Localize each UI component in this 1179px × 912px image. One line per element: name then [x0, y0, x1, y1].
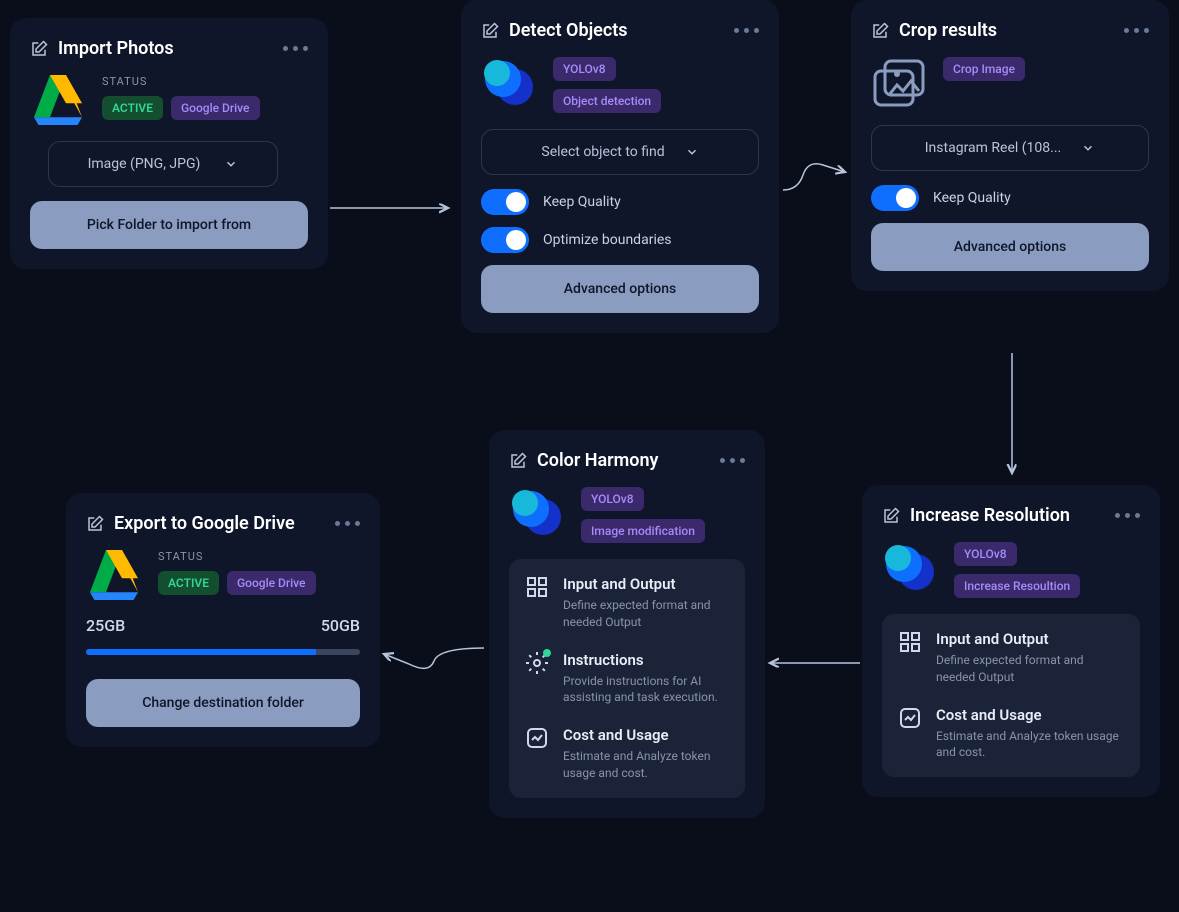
grid-icon — [525, 575, 549, 599]
pick-folder-button[interactable]: Pick Folder to import from — [30, 201, 308, 249]
storage-used: 25GB — [86, 616, 125, 635]
provider-badge: Google Drive — [171, 96, 260, 120]
chart-icon — [898, 706, 922, 730]
keep-quality-toggle[interactable] — [871, 185, 919, 211]
chevron-down-icon — [1081, 141, 1095, 155]
optimize-boundaries-toggle[interactable] — [481, 227, 529, 253]
active-badge: ACTIVE — [158, 571, 219, 595]
menu-dots[interactable] — [283, 46, 308, 51]
images-icon — [871, 57, 927, 109]
grid-icon — [898, 630, 922, 654]
card-crop-results: Crop results Crop Image Instagram Reel (… — [851, 0, 1169, 291]
format-select[interactable]: Image (PNG, JPG) — [48, 141, 278, 187]
status-label: STATUS — [158, 550, 316, 563]
card-color-harmony: Color Harmony YOLOv8 Image modification … — [489, 430, 765, 818]
edit-icon — [509, 452, 527, 470]
panel-item-instructions[interactable]: Instructions Provide instructions for AI… — [525, 651, 729, 707]
menu-dots[interactable] — [1115, 513, 1140, 518]
toggle-label: Keep Quality — [543, 194, 621, 210]
edit-icon — [871, 22, 889, 40]
chevron-down-icon — [685, 145, 699, 159]
card-import-photos: Import Photos STATUS ACTIVE Google Drive… — [10, 18, 328, 269]
active-badge: ACTIVE — [102, 96, 163, 120]
change-destination-button[interactable]: Change destination folder — [86, 679, 360, 727]
model-badge: YOLOv8 — [553, 57, 616, 81]
task-badge: Crop Image — [943, 57, 1025, 81]
status-label: STATUS — [102, 75, 260, 88]
chevron-down-icon — [224, 157, 238, 171]
google-drive-icon — [86, 550, 142, 600]
menu-dots[interactable] — [734, 28, 759, 33]
object-select[interactable]: Select object to find — [481, 129, 759, 175]
panel-item-cost[interactable]: Cost and Usage Estimate and Analyze toke… — [525, 726, 729, 782]
storage-total: 50GB — [321, 616, 360, 635]
edit-icon — [86, 515, 104, 533]
card-title-text: Increase Resolution — [910, 505, 1070, 526]
advanced-options-button[interactable]: Advanced options — [871, 223, 1149, 271]
card-title-text: Export to Google Drive — [114, 513, 295, 534]
config-panel: Input and Output Define expected format … — [882, 614, 1140, 777]
edit-icon — [30, 40, 48, 58]
card-detect-objects: Detect Objects YOLOv8 Object detection S… — [461, 0, 779, 333]
config-panel: Input and Output Define expected format … — [509, 559, 745, 798]
advanced-options-button[interactable]: Advanced options — [481, 265, 759, 313]
card-increase-resolution: Increase Resolution YOLOv8 Increase Reso… — [862, 485, 1160, 797]
card-title-text: Import Photos — [58, 38, 174, 59]
card-title-text: Crop results — [899, 20, 997, 41]
menu-dots[interactable] — [720, 458, 745, 463]
panel-item-io[interactable]: Input and Output Define expected format … — [525, 575, 729, 631]
google-drive-icon — [30, 75, 86, 125]
chart-icon — [525, 726, 549, 750]
keep-quality-toggle[interactable] — [481, 189, 529, 215]
ai-logo-icon — [882, 542, 938, 592]
provider-badge: Google Drive — [227, 571, 316, 595]
toggle-label: Keep Quality — [933, 190, 1011, 206]
task-badge: Object detection — [553, 89, 661, 113]
storage-progress — [86, 649, 360, 655]
edit-icon — [481, 22, 499, 40]
card-title-text: Color Harmony — [537, 450, 658, 471]
ai-logo-icon — [481, 57, 537, 107]
edit-icon — [882, 507, 900, 525]
menu-dots[interactable] — [335, 521, 360, 526]
card-title-text: Detect Objects — [509, 20, 628, 41]
model-badge: YOLOv8 — [581, 487, 644, 511]
task-badge: Image modification — [581, 519, 705, 543]
toggle-label: Optimize boundaries — [543, 232, 672, 248]
ai-logo-icon — [509, 487, 565, 537]
model-badge: YOLOv8 — [954, 542, 1017, 566]
task-badge: Increase Resoultion — [954, 574, 1080, 598]
panel-item-io[interactable]: Input and Output Define expected format … — [898, 630, 1124, 686]
card-export: Export to Google Drive STATUS ACTIVE Goo… — [66, 493, 380, 747]
menu-dots[interactable] — [1124, 28, 1149, 33]
preset-select[interactable]: Instagram Reel (108... — [871, 125, 1149, 171]
panel-item-cost[interactable]: Cost and Usage Estimate and Analyze toke… — [898, 706, 1124, 762]
